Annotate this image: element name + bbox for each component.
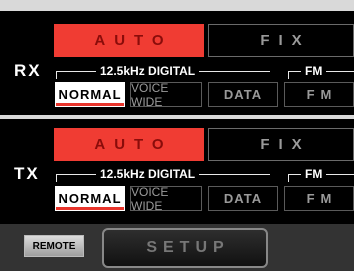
rx-normal-label: NORMAL [58,87,122,102]
rx-data-button[interactable]: DATA [208,82,278,107]
rx-fm-group-label: FM [301,65,327,77]
rx-voice-wide-button[interactable]: VOICE WIDE [130,81,202,109]
tx-digital-group-left-tick [56,174,57,182]
rx-fix-button[interactable]: FIX [208,24,354,57]
tx-auto-button[interactable]: AUTO [54,128,204,161]
rx-label: RX [14,61,42,80]
tx-normal-button[interactable]: NORMAL [55,186,125,211]
tx-voice-wide-button[interactable]: VOICE WIDE [130,185,202,213]
rx-fm-button[interactable]: FM [284,82,354,107]
top-frame-rail [0,0,354,11]
rx-normal-button[interactable]: NORMAL [55,82,125,107]
setup-button[interactable]: SETUP [102,228,268,268]
tx-normal-label: NORMAL [58,191,122,206]
tx-fm-button[interactable]: FM [284,186,354,211]
tx-fm-group-left-tick [288,174,289,182]
tx-fm-group-label: FM [301,168,327,180]
rx-auto-button[interactable]: AUTO [54,24,204,57]
tx-digital-group-label: 12.5kHz DIGITAL [96,168,200,180]
remote-button[interactable]: REMOTE [24,235,84,257]
tx-fix-button[interactable]: FIX [208,128,354,161]
rx-normal-selected-indicator [56,103,124,106]
rx-digital-group-left-tick [56,71,57,79]
rx-fm-group-left-tick [288,71,289,79]
rx-digital-group-label: 12.5kHz DIGITAL [96,65,200,77]
tx-label: TX [14,164,40,183]
tx-normal-selected-indicator [56,207,124,210]
tx-data-button[interactable]: DATA [208,186,278,211]
middle-frame-rail [0,115,354,119]
